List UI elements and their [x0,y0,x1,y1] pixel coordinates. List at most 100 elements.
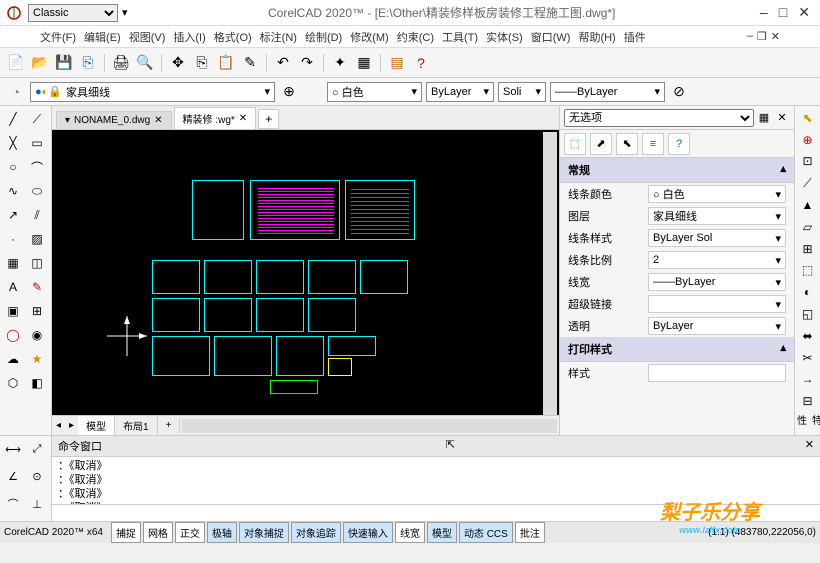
property-value[interactable]: 家具细线 ▾ [648,207,786,225]
menu-item[interactable]: 修改(M) [350,29,389,45]
rect-icon[interactable]: ▭ [26,132,48,154]
status-toggle[interactable]: 对象捕捉 [239,522,289,543]
menu-item[interactable]: 视图(V) [129,29,166,45]
constraint-icon[interactable]: ▦ [354,53,374,73]
cloud-icon[interactable]: ☁ [2,348,24,370]
undo-icon[interactable]: ↶ [273,53,293,73]
extend-icon[interactable]: → [799,372,817,388]
layer-tool-icon[interactable]: ⊘ [669,82,689,102]
menu-item[interactable]: 帮助(H) [578,29,615,45]
trim-icon[interactable]: ✂ [799,350,817,366]
doc-tab-noname[interactable]: ▾ NONAME_0.dwg ✕ [56,111,172,129]
ellipse-icon[interactable]: ⬭ [26,180,48,202]
selection-filter-select[interactable]: 无选项 [564,109,754,127]
fill-icon[interactable]: ▦ [2,252,24,274]
ray-icon[interactable]: ↗ [2,204,24,226]
cmd-close-icon[interactable]: ✕ [805,438,814,454]
new-icon[interactable]: 📄 [6,53,26,73]
spline-icon[interactable]: ∿ [2,180,24,202]
dim-aligned-icon[interactable]: ⤢ [26,438,48,460]
dim-linear-icon[interactable]: ⟷ [2,438,24,460]
copy-icon[interactable]: ⎘ [192,53,212,73]
quick-select-icon[interactable]: ⬉ [616,133,638,155]
property-value[interactable] [648,364,786,382]
help-icon[interactable]: ? [411,53,431,73]
line-icon[interactable]: ╱ [2,108,24,130]
dim-arc-icon[interactable]: ⌒ [2,493,24,515]
vertical-text-icon[interactable]: 特性 [799,415,817,431]
maximize-button[interactable]: □ [779,4,787,20]
pan-icon[interactable]: ✦ [330,53,350,73]
menu-item[interactable]: 格式(O) [214,29,252,45]
star-icon[interactable]: ★ [26,348,48,370]
paste-icon[interactable]: 📋 [216,53,236,73]
section-general[interactable]: 常规▴ [560,158,794,183]
polyline-icon[interactable]: ⟋ [26,108,48,130]
layer-prev-icon[interactable]: ⊕ [279,82,299,102]
minimize-button[interactable]: – [760,4,768,20]
help-icon[interactable]: ? [668,133,690,155]
stretch-icon[interactable]: ⬌ [799,328,817,344]
menu-item[interactable]: 编辑(E) [84,29,121,45]
cmd-pin-icon[interactable]: ⇱ [446,438,455,454]
pointer-icon[interactable]: ⬉ [799,110,817,126]
linestyle-select[interactable]: Soli▾ [498,82,546,102]
status-toggle[interactable]: 动态 CCS [459,522,513,543]
zoom-icon[interactable]: ⊕ [799,132,817,148]
lineweight-select[interactable]: ——ByLayer▾ [550,82,665,102]
note-icon[interactable]: ✎ [26,276,48,298]
palette-icon[interactable]: ▤ [387,53,407,73]
menu-item[interactable]: 约束(C) [397,29,434,45]
status-toggle[interactable]: 对象追踪 [291,522,341,543]
workspace-select[interactable]: Classic [28,4,118,22]
doc-minimize-button[interactable]: – [747,30,753,43]
command-input[interactable] [52,504,820,521]
property-value[interactable]: ByLayer ▾ [648,317,786,335]
scale-icon[interactable]: ◱ [799,306,817,322]
property-value[interactable]: ▾ [648,295,786,313]
menu-item[interactable]: 插入(I) [173,29,205,45]
rotate-icon[interactable]: ◐ [799,284,817,300]
menu-item[interactable]: 工具(T) [442,29,478,45]
close-icon[interactable]: ✕ [239,113,247,124]
hatch-icon[interactable]: ▨ [26,228,48,250]
drawing-canvas[interactable] [52,130,559,415]
group-icon[interactable]: ⊡ [799,154,817,170]
block-icon[interactable]: ▣ [2,300,24,322]
redo-icon[interactable]: ↷ [297,53,317,73]
erase-icon[interactable]: ⟋ [799,175,817,191]
status-toggle[interactable]: 正交 [175,522,205,543]
ring-icon[interactable]: ◯ [2,324,24,346]
donut-icon[interactable]: ◉ [26,324,48,346]
property-value[interactable]: 2 ▾ [648,251,786,269]
saveall-icon[interactable]: ⎘ [78,53,98,73]
close-button[interactable]: ✕ [798,4,810,20]
section-plotstyle[interactable]: 打印样式▴ [560,337,794,362]
horizontal-scrollbar[interactable] [182,419,557,433]
color-select[interactable]: ○ 白色▾ [327,82,422,102]
move-icon[interactable]: ✥ [168,53,188,73]
layout-tab[interactable]: 布局1 [115,416,158,435]
tab-nav-left-icon[interactable]: ◂ [52,420,65,431]
status-toggle[interactable]: 快速输入 [343,522,393,543]
property-value[interactable]: ByLayer Sol ▾ [648,229,786,247]
region-icon[interactable]: ◫ [26,252,48,274]
dim-angular-icon[interactable]: ∠ [2,466,24,488]
preview-icon[interactable]: 🔍 [135,53,155,73]
polygon-icon[interactable]: ⬡ [2,372,24,394]
match-icon[interactable]: ✎ [240,53,260,73]
mline-icon[interactable]: ⫽ [26,204,48,226]
status-toggle[interactable]: 线宽 [395,522,425,543]
status-toggle[interactable]: 批注 [515,522,545,543]
tab-nav-right-icon[interactable]: ▸ [65,420,78,431]
filter-icon[interactable]: ≡ [642,133,664,155]
doc-close-button[interactable]: ✕ [771,30,780,43]
doc-tab-active[interactable]: 精装修 :wg* ✕ [174,107,257,129]
point-icon[interactable]: · [2,228,24,250]
xline-icon[interactable]: ╳ [2,132,24,154]
menu-item[interactable]: 标注(N) [260,29,297,45]
text-icon[interactable]: A [2,276,24,298]
layer-manager-icon[interactable]: ◔ [6,82,26,102]
property-value[interactable]: ○ 白色 ▾ [648,185,786,203]
status-toggle[interactable]: 极轴 [207,522,237,543]
